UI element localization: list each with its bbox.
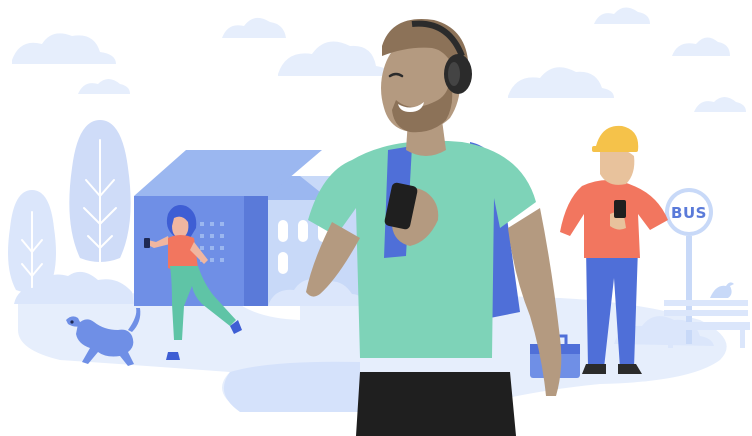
- cloud: [278, 41, 390, 76]
- man-pants: [356, 372, 516, 436]
- cloud: [694, 97, 746, 112]
- background-clouds: [12, 7, 746, 112]
- trees: [8, 120, 131, 301]
- worker-face: [600, 148, 635, 185]
- cloud: [222, 17, 286, 38]
- street-scene-illustration: BUS: [8, 7, 750, 436]
- cloud: [594, 7, 650, 25]
- woman-shoe: [166, 352, 180, 360]
- bus-sign-text: BUS: [671, 204, 707, 222]
- cloud: [672, 37, 730, 56]
- cloud: [12, 33, 116, 64]
- cloud: [78, 79, 130, 94]
- cloud: [508, 67, 614, 98]
- worker-shoe: [582, 364, 606, 374]
- ground-shadow: [223, 361, 360, 412]
- bird: [710, 282, 734, 298]
- woman-phone: [144, 238, 150, 248]
- worker-phone: [614, 200, 626, 218]
- woman-face: [172, 216, 189, 238]
- building-front-gable: [244, 196, 268, 306]
